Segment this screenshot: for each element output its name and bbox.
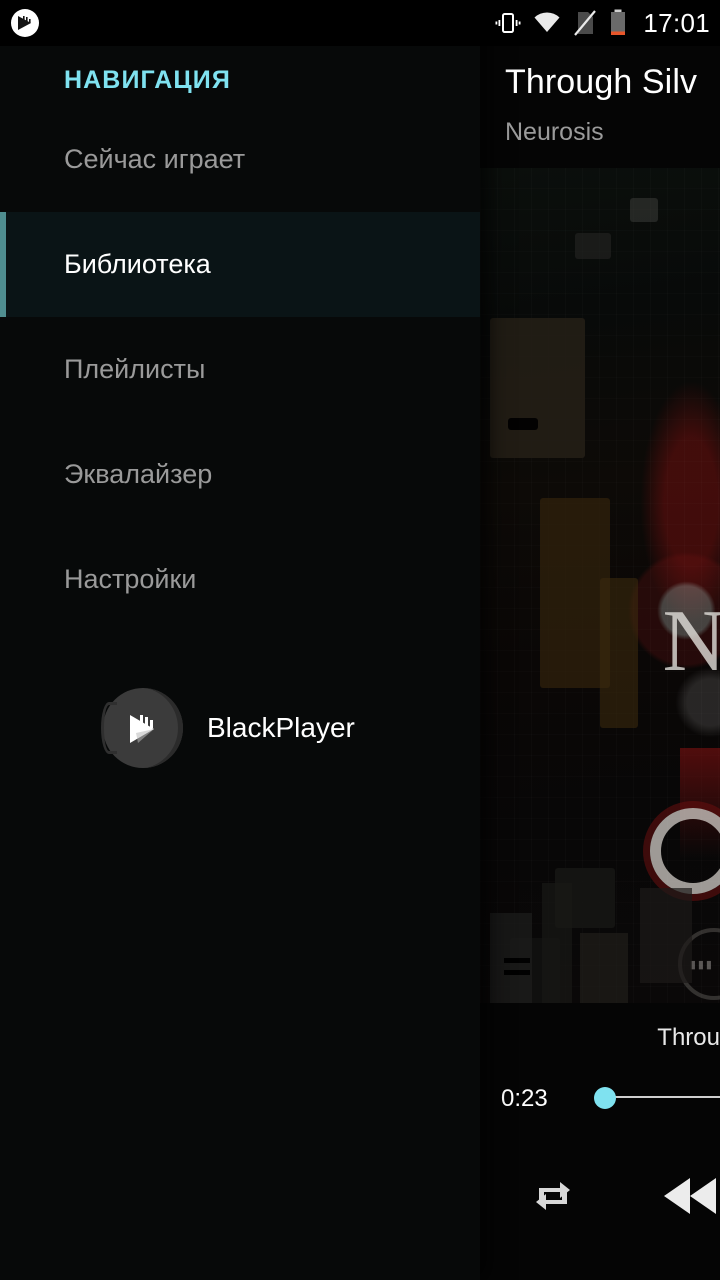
phone-screen: Through Silv Neurosis N ▮▮▮ Throu 0:23 Н…	[0, 0, 720, 1280]
brand-name-label: BlackPlayer	[207, 712, 355, 743]
no-sim-card-icon	[574, 10, 597, 36]
repeat-icon	[536, 1182, 570, 1210]
sidebar-item-label: Библиотека	[64, 249, 211, 279]
album-artwork[interactable]: N ▮▮▮	[480, 168, 720, 1003]
artwork-blotch	[575, 233, 611, 259]
blackplayer-logo-icon	[101, 688, 183, 768]
logo-ring-cut	[101, 702, 117, 754]
sidebar-item-now-playing[interactable]: Сейчас играет	[0, 107, 480, 212]
repeat-button[interactable]	[531, 1174, 575, 1218]
sidebar-item-label: Сейчас играет	[64, 144, 246, 174]
navigation-list: Сейчас играет Библиотека Плейлисты Эквал…	[0, 107, 480, 632]
battery-low-icon	[611, 9, 626, 35]
blackplayer-notification-icon	[11, 9, 39, 37]
seek-bar-track[interactable]	[600, 1096, 720, 1098]
seek-bar-thumb[interactable]	[594, 1087, 616, 1109]
artwork-blotch	[600, 578, 638, 728]
sidebar-item-settings[interactable]: Настройки	[0, 527, 480, 632]
brand-row[interactable]: BlackPlayer	[101, 688, 355, 768]
sidebar-item-label: Эквалайзер	[64, 459, 213, 489]
play-glyph-icon	[130, 715, 154, 743]
elapsed-time: 0:23	[501, 1085, 548, 1112]
wifi-icon	[534, 12, 560, 32]
status-bar: 17:01	[0, 0, 720, 46]
previous-button[interactable]	[664, 1174, 720, 1218]
sidebar-item-library[interactable]: Библиотека	[0, 212, 480, 317]
now-playing-artist: Neurosis	[505, 118, 604, 146]
navigation-drawer: НАВИГАЦИЯ Сейчас играет Библиотека Плейл…	[0, 0, 480, 1280]
sidebar-item-label: Плейлисты	[64, 354, 206, 384]
sidebar-item-equalizer[interactable]: Эквалайзер	[0, 422, 480, 527]
drawer-header-label: НАВИГАЦИЯ	[64, 66, 231, 94]
rewind-icon	[664, 1178, 716, 1214]
active-accent-bar	[0, 212, 6, 317]
play-glyph-icon	[18, 16, 31, 30]
artwork-blotch	[630, 198, 658, 222]
vibrate-icon	[495, 13, 521, 33]
seek-track-title: Throu	[657, 1024, 720, 1051]
artwork-bottom-shapes	[480, 853, 720, 1003]
now-playing-title: Through Silv	[505, 63, 698, 101]
status-bar-clock: 17:01	[643, 7, 710, 38]
sidebar-item-label: Настройки	[64, 564, 197, 594]
artwork-blotch	[508, 418, 538, 430]
sidebar-item-playlists[interactable]: Плейлисты	[0, 317, 480, 422]
artwork-letter-n: N	[662, 593, 720, 690]
artwork-blotch	[490, 318, 585, 458]
status-bar-icons: 17:01	[495, 0, 710, 46]
